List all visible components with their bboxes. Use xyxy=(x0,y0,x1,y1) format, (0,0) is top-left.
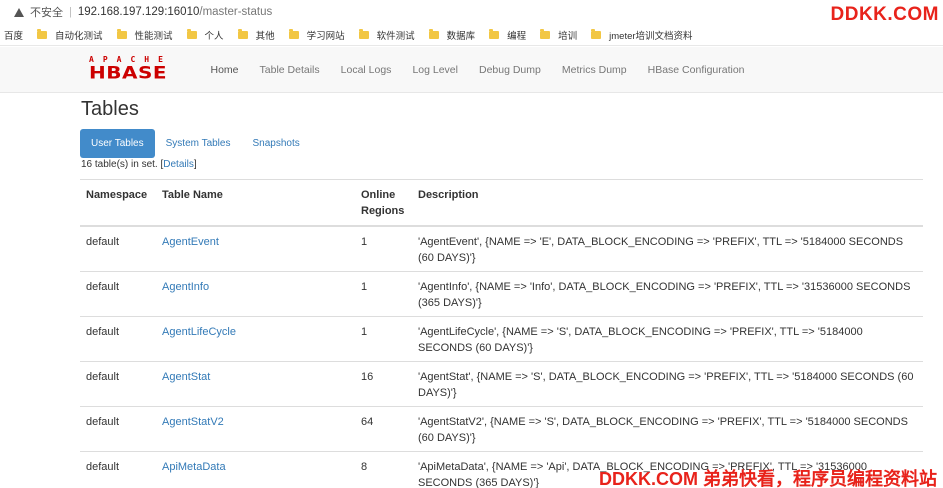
url-text[interactable]: 192.168.197.129:16010/master-status xyxy=(78,6,272,18)
header-online-regions-line2: Regions xyxy=(361,205,405,217)
table-name-link[interactable]: AgentEvent xyxy=(156,226,355,272)
bookmark-label: 其他 xyxy=(255,30,275,42)
cell-namespace: default xyxy=(86,371,120,383)
count-suffix: ] xyxy=(193,159,197,170)
table-row: default AgentStat 16 'AgentStat', {NAME … xyxy=(80,362,923,407)
bookmark-item[interactable]: 学习网站 xyxy=(288,28,345,42)
cell-regions: 1 xyxy=(361,236,368,248)
table-count: 16 table(s) in set. [Details] xyxy=(81,159,197,170)
details-link[interactable]: Details xyxy=(163,159,194,170)
table-row: default AgentEvent 1 'AgentEvent', {NAME… xyxy=(80,226,923,272)
header-namespace: Namespace xyxy=(86,189,148,201)
bookmark-item[interactable]: 数据库 xyxy=(428,28,476,42)
bookmark-item[interactable]: 性能测试 xyxy=(116,28,173,42)
cell-regions: 8 xyxy=(361,461,368,473)
bookmark-label: 数据库 xyxy=(446,30,476,42)
tab-system-tables[interactable]: System Tables xyxy=(155,129,242,158)
cell-regions: 1 xyxy=(361,281,368,293)
nav-hbase-configuration[interactable]: HBase Configuration xyxy=(637,64,755,76)
cell-namespace: default xyxy=(86,416,120,428)
bookmark-item[interactable]: 个人 xyxy=(186,28,224,42)
bookmark-item[interactable]: 编程 xyxy=(489,28,526,42)
nav-table-details[interactable]: Table Details xyxy=(249,64,330,76)
bookmark-label: 培训 xyxy=(558,30,578,42)
bookmark-label: jmeter培训文档资料 xyxy=(609,30,693,42)
bookmark-item[interactable]: 百度 xyxy=(4,28,23,42)
folder-icon xyxy=(540,28,551,39)
cell-description: 'AgentEvent', {NAME => 'E', DATA_BLOCK_E… xyxy=(418,236,904,264)
logo-hbase-text: HBASE xyxy=(89,62,168,83)
nav-home[interactable]: Home xyxy=(200,64,249,76)
table-name-link[interactable]: AgentStat xyxy=(156,362,355,407)
nav-log-level[interactable]: Log Level xyxy=(402,64,469,76)
table-row: default AgentInfo 1 'AgentInfo', {NAME =… xyxy=(80,272,923,317)
bookmark-label: 自动化测试 xyxy=(55,30,103,42)
bookmark-label: 编程 xyxy=(507,30,527,42)
page-title: Tables xyxy=(81,98,139,120)
table-tabs: User Tables System Tables Snapshots xyxy=(80,129,311,158)
hbase-navbar: APACHE HBASE Home Table Details Local Lo… xyxy=(0,47,943,93)
nav-debug-dump[interactable]: Debug Dump xyxy=(468,64,551,76)
hbase-logo[interactable]: APACHE HBASE xyxy=(89,56,189,84)
folder-icon xyxy=(116,28,127,39)
folder-icon xyxy=(186,28,197,39)
security-label: 不安全 xyxy=(30,7,63,19)
folder-icon xyxy=(237,28,248,39)
folder-icon xyxy=(489,28,500,39)
count-text: 16 table(s) in set. [ xyxy=(81,159,164,170)
nav-local-logs[interactable]: Local Logs xyxy=(330,64,402,76)
cell-namespace: default xyxy=(86,281,120,293)
cell-regions: 1 xyxy=(361,326,368,338)
header-description: Description xyxy=(418,189,479,201)
bookmark-label: 软件测试 xyxy=(376,30,415,42)
cell-description: 'AgentLifeCycle', {NAME => 'S', DATA_BLO… xyxy=(418,326,863,354)
table-name-link[interactable]: AgentStatV2 xyxy=(156,407,355,452)
bookmark-item[interactable]: 其他 xyxy=(237,28,275,42)
folder-icon xyxy=(591,28,602,39)
tab-snapshots[interactable]: Snapshots xyxy=(241,129,310,158)
header-online-regions: Online Regions xyxy=(355,180,412,227)
table-name-link[interactable]: AgentInfo xyxy=(156,272,355,317)
header-table-name: Table Name xyxy=(162,189,223,201)
cell-description: 'AgentStatV2', {NAME => 'S', DATA_BLOCK_… xyxy=(418,416,908,444)
cell-regions: 16 xyxy=(361,371,374,383)
bookmark-label: 个人 xyxy=(204,30,224,42)
bookmark-label: 学习网站 xyxy=(306,30,345,42)
table-header-row: Namespace Table Name Online Regions Descr… xyxy=(80,179,923,227)
header-online-regions-line1: Online xyxy=(361,189,396,201)
table-name-link[interactable]: AgentLifeCycle xyxy=(156,317,355,362)
bookmark-item[interactable]: jmeter培训文档资料 xyxy=(591,28,693,42)
table-row: default AgentLifeCycle 1 'AgentLifeCycle… xyxy=(80,317,923,362)
nav-menu: Home Table Details Local Logs Log Level … xyxy=(200,47,755,93)
cell-regions: 64 xyxy=(361,416,374,428)
watermark-top: DDKK.COM xyxy=(830,4,939,25)
nav-metrics-dump[interactable]: Metrics Dump xyxy=(551,64,637,76)
divider: | xyxy=(69,6,72,18)
bookmark-label: 性能测试 xyxy=(134,30,173,42)
url-host: 192.168.197.129:16010 xyxy=(77,6,200,18)
folder-icon xyxy=(37,28,48,39)
user-tables-table: Namespace Table Name Online Regions Descr… xyxy=(80,179,923,488)
url-path: /master-status xyxy=(199,6,273,18)
tab-user-tables[interactable]: User Tables xyxy=(80,129,155,158)
cell-description: 'AgentStat', {NAME => 'S', DATA_BLOCK_EN… xyxy=(418,371,914,399)
folder-icon xyxy=(358,28,369,39)
bookmarks-bar: 百度 自动化测试 性能测试 个人 其他 学习网站 软件测试 数据库 编程 培训 … xyxy=(0,24,943,46)
folder-icon xyxy=(288,28,299,39)
bookmark-item[interactable]: 培训 xyxy=(540,28,577,42)
cell-namespace: default xyxy=(86,461,120,473)
watermark-bottom: DDKK.COM 弟弟快看，程序员编程资料站 xyxy=(599,469,937,488)
cell-description: 'AgentInfo', {NAME => 'Info', DATA_BLOCK… xyxy=(418,281,911,309)
cell-namespace: default xyxy=(86,236,120,248)
folder-icon xyxy=(428,28,439,39)
address-bar[interactable]: 不安全 | 192.168.197.129:16010/master-statu… xyxy=(0,0,943,24)
bookmark-item[interactable]: 自动化测试 xyxy=(37,28,103,42)
bookmark-label: 百度 xyxy=(4,30,24,42)
cell-namespace: default xyxy=(86,326,120,338)
warning-icon xyxy=(14,7,24,17)
table-row: default AgentStatV2 64 'AgentStatV2', {N… xyxy=(80,407,923,452)
table-name-link[interactable]: ApiMetaData xyxy=(156,452,355,488)
bookmark-item[interactable]: 软件测试 xyxy=(358,28,415,42)
